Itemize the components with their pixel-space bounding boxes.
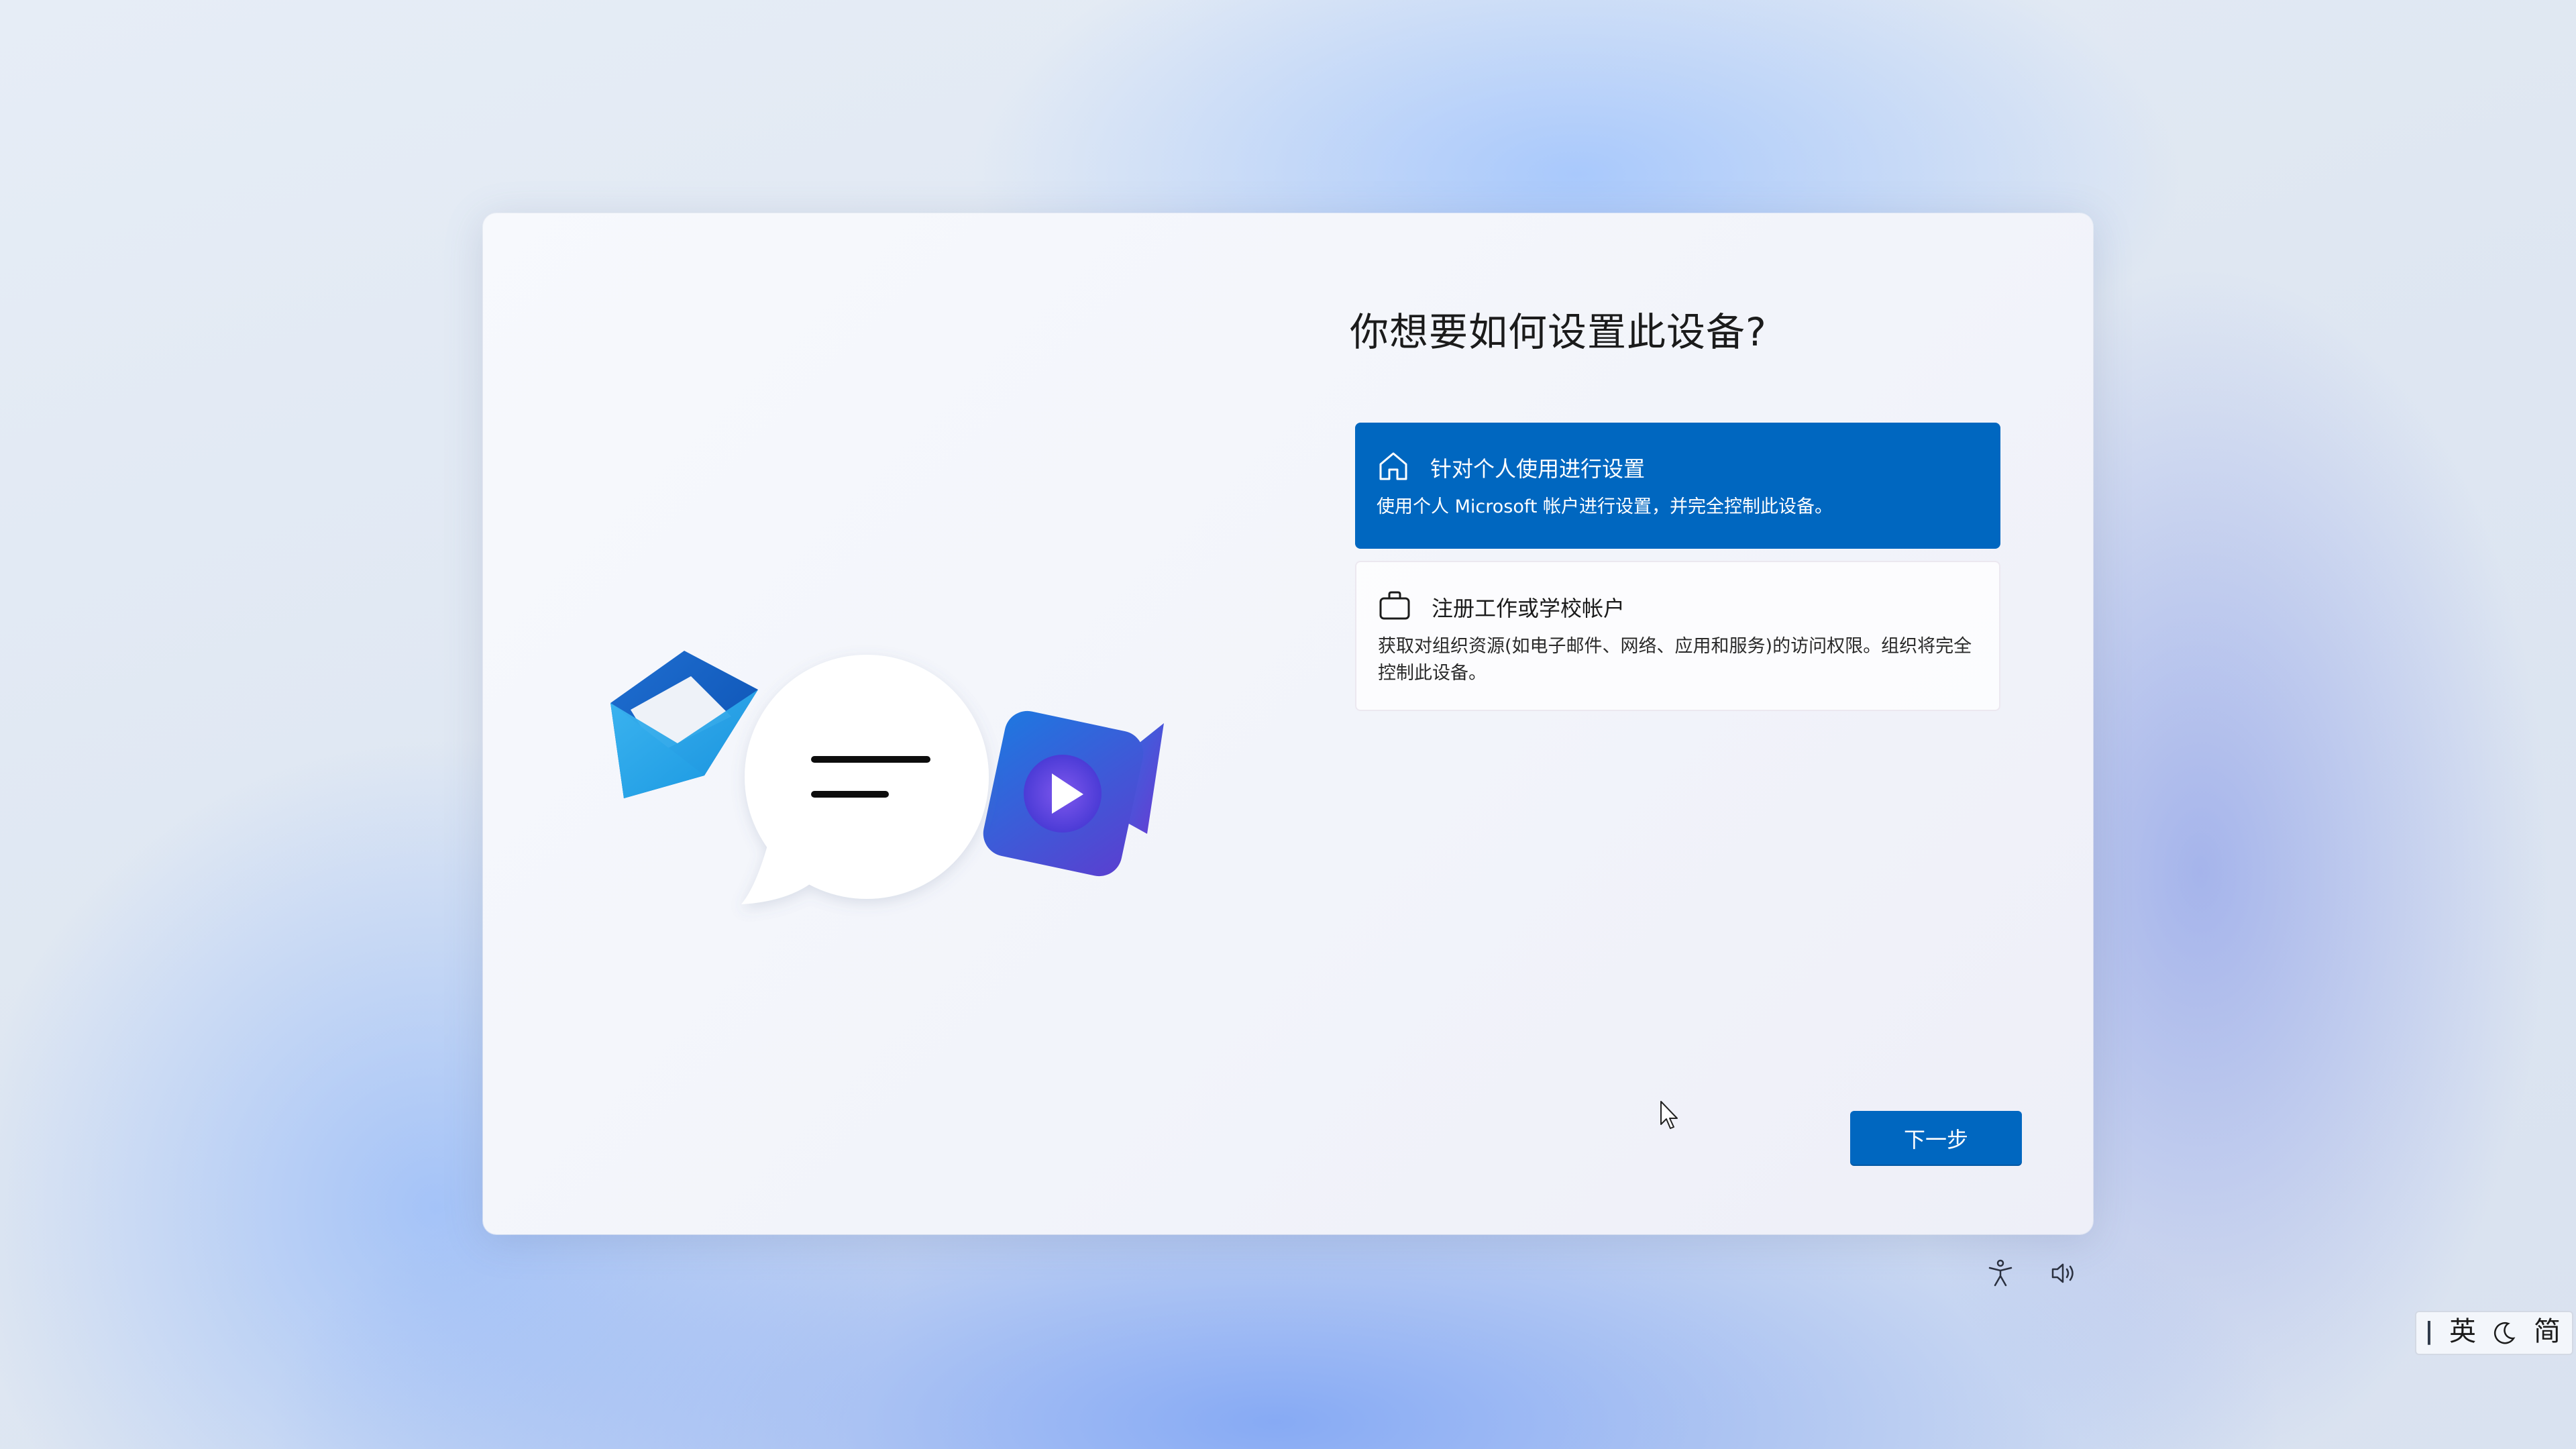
briefcase-icon (1379, 591, 1410, 620)
option-work-school[interactable]: 注册工作或学校帐户 获取对组织资源(如电子邮件、网络、应用和服务)的访问权限。组… (1355, 561, 2000, 711)
mouse-cursor-icon (1660, 1101, 1678, 1129)
ime-language-toggle[interactable]: 英 (2442, 1311, 2483, 1355)
ime-script-toggle[interactable]: 简 (2525, 1311, 2569, 1355)
home-icon (1379, 452, 1407, 480)
volume-icon[interactable] (2049, 1258, 2078, 1288)
option-personal-use[interactable]: 针对个人使用进行设置 使用个人 Microsoft 帐户进行设置，并完全控制此设… (1355, 423, 2000, 549)
option-description: 使用个人 Microsoft 帐户进行设置，并完全控制此设备。 (1377, 496, 1833, 517)
next-button[interactable]: 下一步 (1850, 1111, 2022, 1166)
chat-bubble-icon (741, 655, 989, 904)
accessibility-icon[interactable] (1986, 1258, 2015, 1288)
ime-toolbar: | 英 简 (2415, 1311, 2573, 1355)
desktop-background: 你想要如何设置此设备? 针对个人使用进行设置 使用个人 Microsoft 帐户… (0, 0, 2576, 1449)
moon-icon (2493, 1322, 2516, 1344)
option-title: 针对个人使用进行设置 (1430, 456, 1646, 482)
option-description: 获取对组织资源(如电子邮件、网络、应用和服务)的访问权限。组织将完全控制此设备。 (1378, 636, 1972, 684)
page-title: 你想要如何设置此设备? (1350, 309, 1767, 355)
option-title: 注册工作或学校帐户 (1432, 596, 1625, 621)
mail-icon (610, 651, 758, 798)
video-camera-icon (983, 710, 1164, 877)
setup-dialog: 你想要如何设置此设备? 针对个人使用进行设置 使用个人 Microsoft 帐户… (483, 213, 2093, 1234)
ime-drag-handle[interactable]: | (2416, 1311, 2442, 1355)
setup-illustration (610, 651, 1164, 904)
ime-mode-toggle[interactable] (2483, 1311, 2525, 1355)
